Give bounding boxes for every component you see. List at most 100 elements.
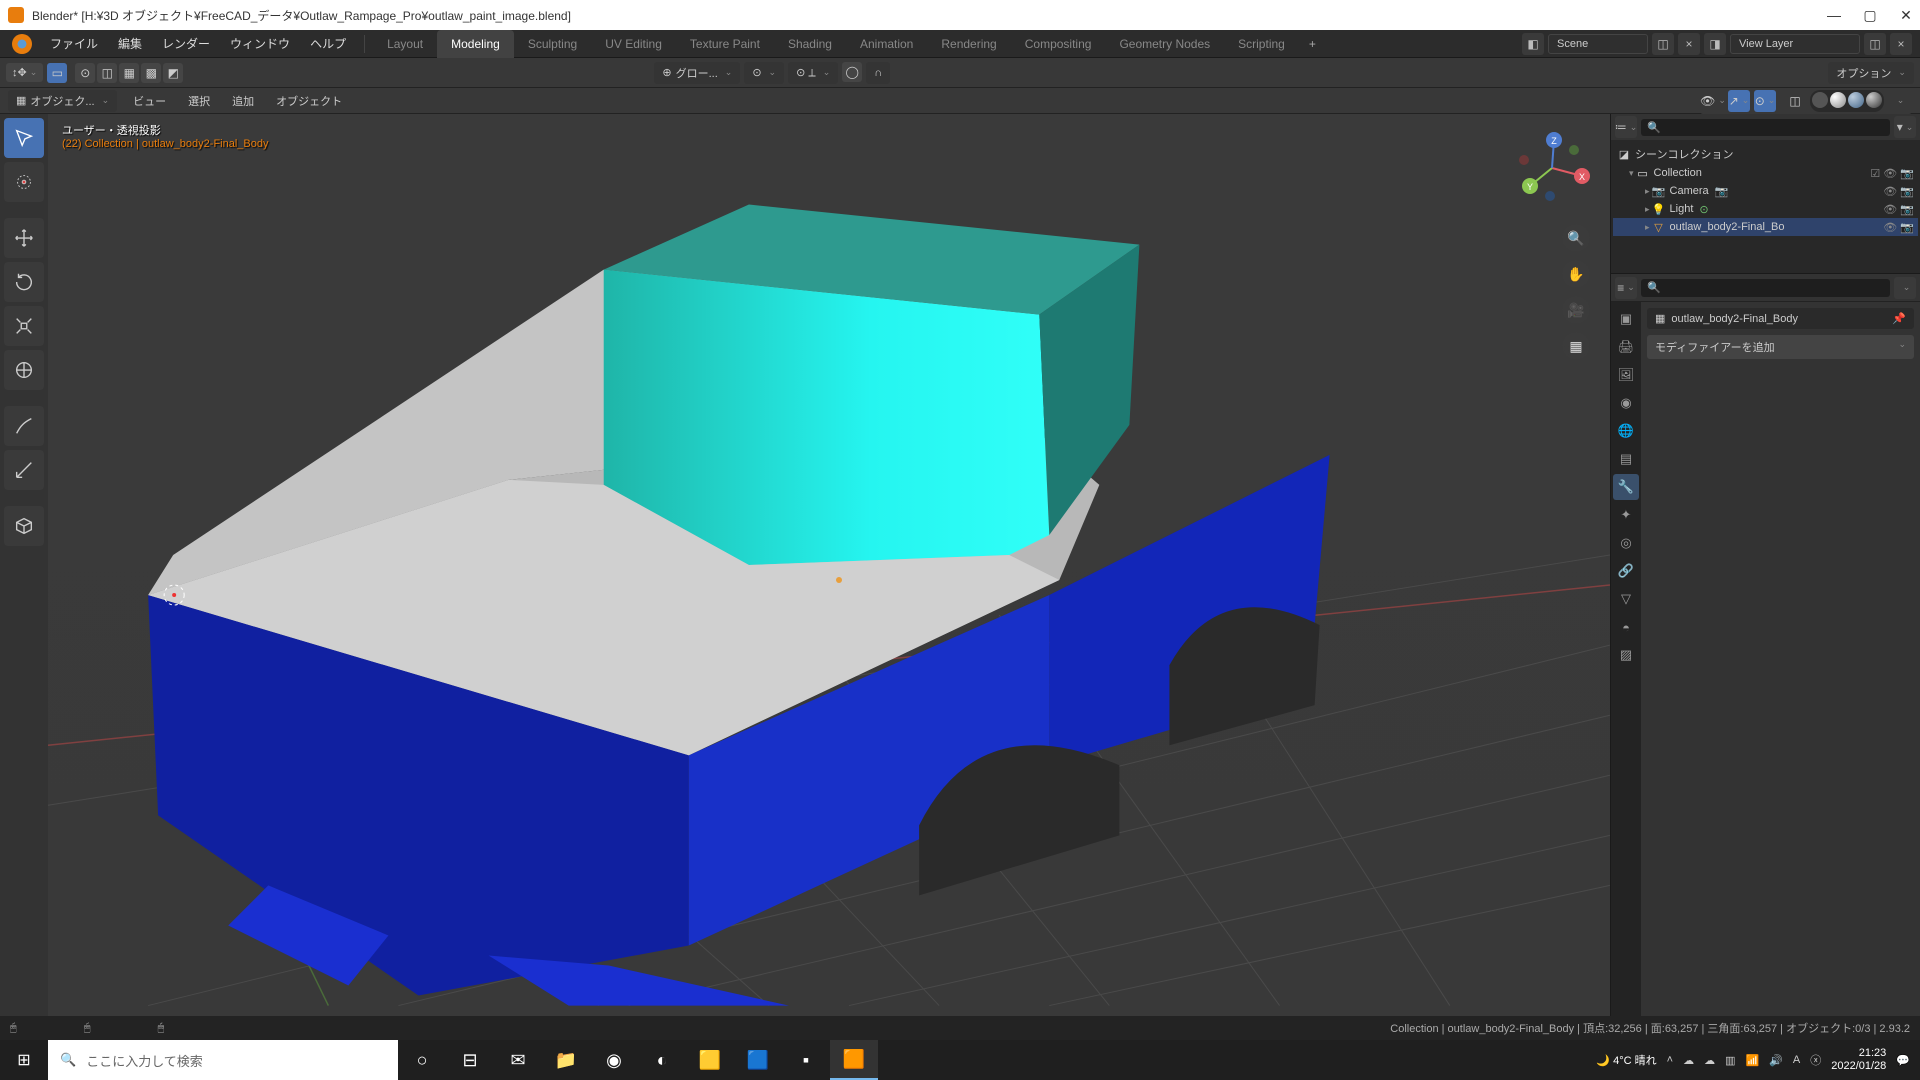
pan-icon[interactable]: ✋	[1562, 260, 1590, 288]
snap-median-icon[interactable]: ▩	[141, 63, 161, 83]
prop-edit-icon[interactable]: ◯	[842, 62, 862, 82]
start-button[interactable]: ⊞	[0, 1040, 48, 1080]
tb-app2-icon[interactable]: 🟨	[686, 1040, 734, 1080]
visibility-dropdown[interactable]: 👁	[1702, 90, 1724, 112]
tb-taskview-icon[interactable]: ⊟	[446, 1040, 494, 1080]
close-button[interactable]: ✕	[1900, 9, 1912, 21]
tree-item-outlaw-body[interactable]: ▸ ▽outlaw_body2-Final_Bo 👁 📷	[1613, 218, 1918, 236]
tb-terminal-icon[interactable]: ▪	[782, 1040, 830, 1080]
hdr-view[interactable]: ビュー	[127, 91, 172, 111]
workspace-add-button[interactable]: +	[1299, 31, 1326, 57]
overlays-dropdown[interactable]: ⊙	[1754, 90, 1776, 112]
tb-cortana-icon[interactable]: ○	[398, 1040, 446, 1080]
ptab-physics[interactable]: ◎	[1613, 530, 1639, 556]
layer-new-icon[interactable]: ◫	[1864, 33, 1886, 55]
tb-explorer-icon[interactable]: 📁	[542, 1040, 590, 1080]
tool-rotate[interactable]	[4, 262, 44, 302]
workspace-tab-scripting[interactable]: Scripting	[1224, 30, 1299, 58]
hdr-add[interactable]: 追加	[226, 91, 260, 111]
tb-chrome-icon[interactable]: ◉	[590, 1040, 638, 1080]
tray-close-icon[interactable]: ⓧ	[1810, 1052, 1821, 1068]
minimize-button[interactable]: —	[1828, 9, 1840, 21]
tool-cursor[interactable]	[4, 162, 44, 202]
ptab-constraint[interactable]: 🔗	[1613, 558, 1639, 584]
tool-transform[interactable]	[4, 350, 44, 390]
ptab-scene[interactable]: ◉	[1613, 390, 1639, 416]
shading-options-icon[interactable]	[1888, 90, 1910, 112]
nav-gizmo[interactable]: X Y Z	[1512, 128, 1592, 208]
menu-render[interactable]: レンダー	[152, 31, 220, 56]
ptab-render[interactable]: ▣	[1613, 306, 1639, 332]
workspace-tab-compositing[interactable]: Compositing	[1011, 30, 1106, 58]
tb-clock[interactable]: 21:23 2022/01/28	[1831, 1047, 1886, 1073]
workspace-tab-modeling[interactable]: Modeling	[437, 30, 514, 58]
tray-volume-icon[interactable]: 🔊	[1769, 1054, 1783, 1067]
tool-add-cube[interactable]	[4, 506, 44, 546]
tool-move[interactable]	[4, 218, 44, 258]
tray-onedrive-icon[interactable]: ☁	[1683, 1054, 1694, 1067]
workspace-tab-layout[interactable]: Layout	[373, 30, 437, 58]
tool-annotate[interactable]	[4, 406, 44, 446]
menu-window[interactable]: ウィンドウ	[220, 31, 300, 56]
workspace-tab-rendering[interactable]: Rendering	[927, 30, 1010, 58]
tray-app-icon[interactable]: ▥	[1725, 1054, 1735, 1067]
workspace-tab-texture-paint[interactable]: Texture Paint	[676, 30, 774, 58]
tb-notifications-icon[interactable]: 💬	[1896, 1054, 1910, 1067]
ptab-viewlayer[interactable]: 🖼	[1613, 362, 1639, 388]
snap-center-icon[interactable]: ▦	[119, 63, 139, 83]
shading-wire-icon[interactable]	[1812, 92, 1828, 108]
tool-select-box[interactable]	[4, 118, 44, 158]
workspace-tab-sculpting[interactable]: Sculpting	[514, 30, 591, 58]
tb-blender-icon[interactable]: 🟧	[830, 1040, 878, 1080]
scene-name-input[interactable]: Scene	[1548, 34, 1648, 54]
viewport-3d[interactable]: ユーザー・透視投影 (22) Collection | outlaw_body2…	[48, 114, 1610, 1016]
browse-layer-icon[interactable]: ◨	[1704, 33, 1726, 55]
ptab-object[interactable]: ▤	[1613, 446, 1639, 472]
outliner-filter-dropdown[interactable]: ▾	[1894, 116, 1916, 138]
workspace-tab-uv-editing[interactable]: UV Editing	[591, 30, 676, 58]
workspace-tab-shading[interactable]: Shading	[774, 30, 846, 58]
snap-active-icon[interactable]: ◩	[163, 63, 183, 83]
tree-collection[interactable]: ▾ ▭Collection ☑ 👁 📷	[1613, 164, 1918, 182]
zoom-icon[interactable]: 🔍	[1562, 224, 1590, 252]
properties-opts-icon[interactable]	[1894, 277, 1916, 299]
shading-matprev-icon[interactable]	[1848, 92, 1864, 108]
maximize-button[interactable]: ▢	[1864, 9, 1876, 21]
shading-render-icon[interactable]	[1866, 92, 1882, 108]
interaction-mode-dropdown[interactable]: ↕✥	[6, 63, 43, 82]
properties-type-dropdown[interactable]: ≡	[1615, 277, 1637, 299]
tray-ime-icon[interactable]: A	[1793, 1054, 1800, 1066]
hdr-select[interactable]: 選択	[182, 91, 216, 111]
ptab-output[interactable]: 🖨	[1613, 334, 1639, 360]
ptab-texture[interactable]: ▨	[1613, 642, 1639, 668]
snap-bbox-icon[interactable]: ◫	[97, 63, 117, 83]
tb-vscode-icon[interactable]: 🟦	[734, 1040, 782, 1080]
outliner-search-input[interactable]: 🔍	[1641, 119, 1890, 136]
tb-weather[interactable]: 🌙 4°C 晴れ	[1596, 1052, 1656, 1068]
tool-scale[interactable]	[4, 306, 44, 346]
tray-cloud-icon[interactable]: ☁	[1704, 1054, 1715, 1067]
persp-ortho-icon[interactable]: ▦	[1562, 332, 1590, 360]
viewlayer-input[interactable]: View Layer	[1730, 34, 1860, 54]
options-dropdown[interactable]: オプション	[1828, 62, 1914, 84]
browse-scene-icon[interactable]: ◧	[1522, 33, 1544, 55]
ptab-modifier[interactable]: 🔧	[1613, 474, 1639, 500]
gizmo-dropdown[interactable]: ↗	[1728, 90, 1750, 112]
hdr-object[interactable]: オブジェクト	[270, 91, 348, 111]
taskbar-search[interactable]: 🔍 ここに入力して検索	[48, 1040, 398, 1080]
workspace-tab-geometry-nodes[interactable]: Geometry Nodes	[1105, 30, 1224, 58]
menu-edit[interactable]: 編集	[108, 31, 152, 56]
scene-del-icon[interactable]: ×	[1678, 33, 1700, 55]
camera-view-icon[interactable]: 🎥	[1562, 296, 1590, 324]
scene-new-icon[interactable]: ◫	[1652, 33, 1674, 55]
select-box-icon[interactable]: ▭	[47, 63, 67, 83]
outliner-display-dropdown[interactable]: ≔	[1615, 116, 1637, 138]
tree-item-light[interactable]: ▸ 💡Light ⊙ 👁 📷	[1613, 200, 1918, 218]
ptab-mesh[interactable]: ▽	[1613, 586, 1639, 612]
prop-falloff-dropdown[interactable]: ∩	[866, 62, 890, 84]
snap-dropdown[interactable]: ⊙ ⟂	[788, 62, 838, 84]
menu-file[interactable]: ファイル	[40, 31, 108, 56]
pivot-dropdown[interactable]: ⊙	[744, 62, 784, 84]
tray-chevron-icon[interactable]: ˄	[1667, 1054, 1673, 1066]
workspace-tab-animation[interactable]: Animation	[846, 30, 927, 58]
